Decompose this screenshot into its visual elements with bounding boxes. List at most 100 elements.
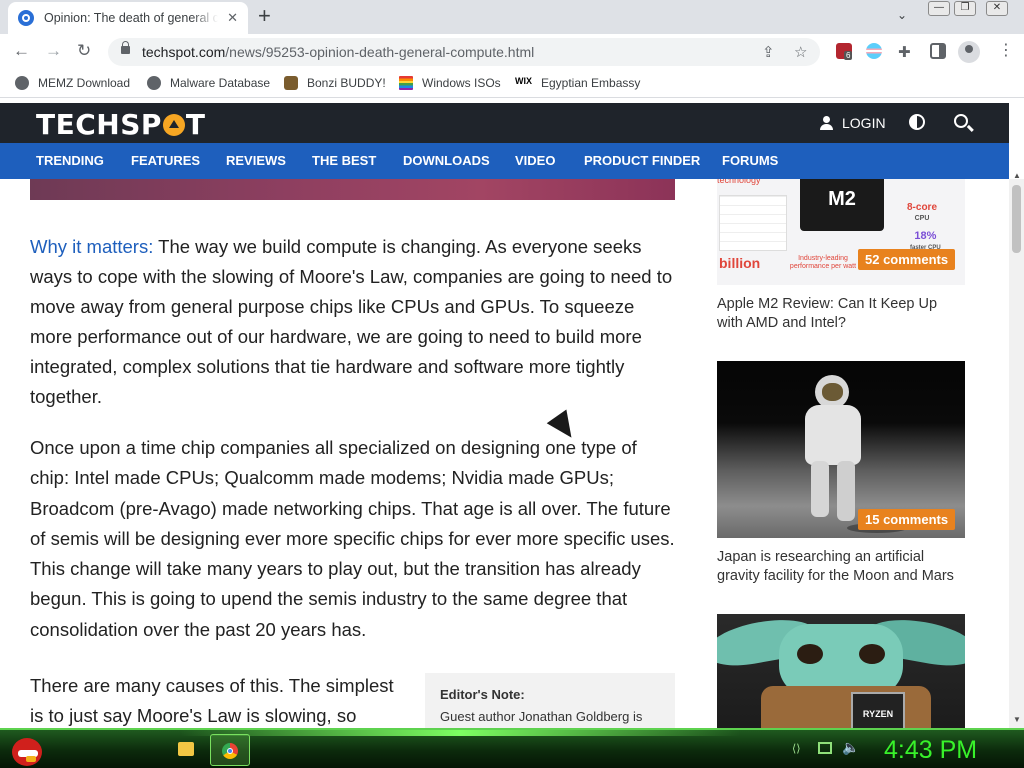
nav-product-finder[interactable]: PRODUCT FINDER [584, 153, 700, 168]
nav-features[interactable]: FEATURES [131, 153, 200, 168]
editor-note-box: Editor's Note: Guest author Jonathan Gol… [425, 673, 675, 728]
sidebar-article-card[interactable]: 15 comments Japan is researching an arti… [717, 361, 965, 585]
chip-label-text: technology [717, 179, 761, 185]
file-explorer-taskbar-button[interactable] [172, 736, 200, 764]
taskbar-glow [180, 730, 740, 736]
sidebar-article-card[interactable]: technology M2 8-core CPU 18% faster CPU bi… [717, 179, 965, 332]
nav-trending[interactable]: TRENDING [36, 153, 104, 168]
suit-body [805, 405, 861, 465]
astronaut-moon-image: 15 comments [717, 361, 965, 538]
performance-text: Industry-leading performance per watt [789, 255, 857, 270]
scrollbar-thumb[interactable] [1012, 185, 1021, 253]
start-button[interactable] [8, 732, 46, 768]
nav-the-best[interactable]: THE BEST [312, 153, 376, 168]
nav-video[interactable]: VIDEO [515, 153, 555, 168]
bookmark-bonzi-buddy[interactable]: Bonzi BUDDY! [284, 76, 386, 90]
windows-flag-icon [399, 76, 413, 90]
volume-icon[interactable]: 🔈 [842, 739, 859, 756]
url-host: techspot.com [142, 44, 226, 60]
nav-reviews[interactable]: REVIEWS [226, 153, 286, 168]
chip-name: M2 [828, 187, 856, 210]
close-window-icon[interactable]: ✕ [986, 1, 1008, 16]
folder-icon [178, 742, 194, 756]
puzzle-extensions-icon[interactable]: ✚ [898, 43, 911, 61]
login-button[interactable]: LOGIN [820, 115, 886, 131]
lego-baby-yoda-image: RYZEN [717, 614, 965, 728]
bookmarks-bar: MEMZ Download Malware Database Bonzi BUD… [0, 70, 1024, 98]
flag-extension-icon[interactable] [866, 43, 882, 59]
techspot-logo[interactable]: TECHSP T [36, 108, 206, 141]
url-path: /news/95253-opinion-death-general-comput… [225, 44, 535, 60]
bookmark-memz[interactable]: MEMZ Download [15, 76, 130, 90]
bookmark-label: Egyptian Embassy [541, 76, 641, 90]
tab-strip: Opinion: The death of general compute ✕ … [0, 0, 1024, 34]
globe-icon [15, 76, 29, 90]
menu-kebab-icon[interactable]: ⋮ [998, 41, 1014, 61]
sidebar-article-title[interactable]: Apple M2 Review: Can It Keep Up with AMD… [717, 295, 965, 332]
editor-note-text: Guest author Jonathan Goldberg is [440, 709, 643, 724]
site-nav: TRENDING FEATURES REVIEWS THE BEST DOWNL… [0, 143, 1009, 179]
eye [859, 644, 885, 664]
sidebar-article-title[interactable]: Japan is researching an artificial gravi… [717, 548, 965, 585]
tray-chevron-icon[interactable]: ⟨⟩ [792, 742, 801, 755]
bird-beak [26, 756, 36, 762]
site-header: TECHSP T LOGIN [0, 103, 1009, 143]
robe [761, 686, 931, 728]
globe-icon [147, 76, 161, 90]
bookmark-malware-database[interactable]: Malware Database [147, 76, 270, 90]
cores-value: 8-core [907, 202, 938, 213]
back-arrow-icon[interactable]: ← [13, 41, 30, 61]
bookmark-windows-isos[interactable]: Windows ISOs [399, 76, 501, 90]
side-panel-icon[interactable] [930, 43, 946, 59]
nav-downloads[interactable]: DOWNLOADS [403, 153, 490, 168]
browser-toolbar: ← → ↻ techspot.com/news/95253-opinion-de… [0, 34, 1024, 70]
ryzen-chip-icon: RYZEN [851, 692, 905, 728]
minimize-icon[interactable]: — [928, 1, 950, 16]
article-paragraph: Why it matters: The way we build compute… [30, 232, 678, 412]
url-text[interactable]: techspot.com/news/95253-opinion-death-ge… [142, 44, 534, 60]
bookmark-label: Windows ISOs [422, 76, 501, 90]
forward-arrow-icon[interactable]: → [45, 41, 62, 61]
profile-avatar[interactable] [958, 41, 980, 63]
suit-leg [811, 461, 829, 517]
close-tab-icon[interactable]: ✕ [227, 10, 238, 26]
bookmark-egyptian-embassy[interactable]: WIX Egyptian Embassy [515, 76, 640, 90]
star-bookmark-icon[interactable]: ☆ [794, 43, 807, 61]
logo-o-icon [162, 114, 185, 136]
network-icon[interactable] [818, 742, 832, 754]
nav-forums[interactable]: FORUMS [722, 153, 778, 168]
theme-toggle-icon[interactable] [909, 114, 925, 130]
site-favicon-icon [18, 10, 34, 26]
apple-m2-image: technology M2 8-core CPU 18% faster CPU bi… [717, 179, 965, 285]
scroll-up-arrow-icon[interactable]: ▲ [1013, 171, 1021, 180]
eye [797, 644, 823, 664]
scroll-down-arrow-icon[interactable]: ▼ [1013, 715, 1021, 724]
chip-name: RYZEN [862, 709, 894, 719]
ublock-extension-icon[interactable]: 6 [836, 43, 853, 60]
search-icon[interactable] [954, 114, 968, 128]
new-tab-icon[interactable]: + [258, 5, 271, 27]
chip-diagram [719, 195, 787, 251]
chrome-taskbar-button[interactable] [210, 734, 250, 766]
address-bar[interactable]: techspot.com/news/95253-opinion-death-ge… [108, 38, 820, 66]
comments-badge[interactable]: 52 comments [858, 249, 956, 270]
share-icon[interactable]: ⇪ [762, 43, 775, 61]
taskbar-clock[interactable]: 4:43 PM [884, 736, 977, 765]
cores-stat: 8-core CPU [907, 203, 937, 224]
article-hero-image [30, 179, 675, 200]
user-icon [820, 116, 833, 130]
reload-icon[interactable]: ↻ [77, 41, 91, 61]
m2-chip-icon: M2 [800, 179, 884, 231]
comments-badge[interactable]: 15 comments [858, 509, 956, 530]
lock-icon[interactable] [121, 41, 130, 54]
browser-tab[interactable]: Opinion: The death of general compute ✕ [8, 2, 248, 34]
cores-unit: CPU [914, 215, 930, 222]
wix-icon: WIX [515, 76, 532, 86]
restore-icon[interactable]: ❐ [954, 1, 976, 16]
chrome-icon-center [227, 748, 233, 754]
sidebar-article-card[interactable]: RYZEN [717, 614, 965, 728]
page-scrollbar[interactable]: ▲ ▼ [1009, 171, 1024, 728]
chevron-down-icon[interactable]: ⌄ [897, 8, 907, 22]
article-paragraph: Once upon a time chip companies all spec… [30, 437, 675, 640]
bookmark-label: MEMZ Download [38, 76, 131, 90]
